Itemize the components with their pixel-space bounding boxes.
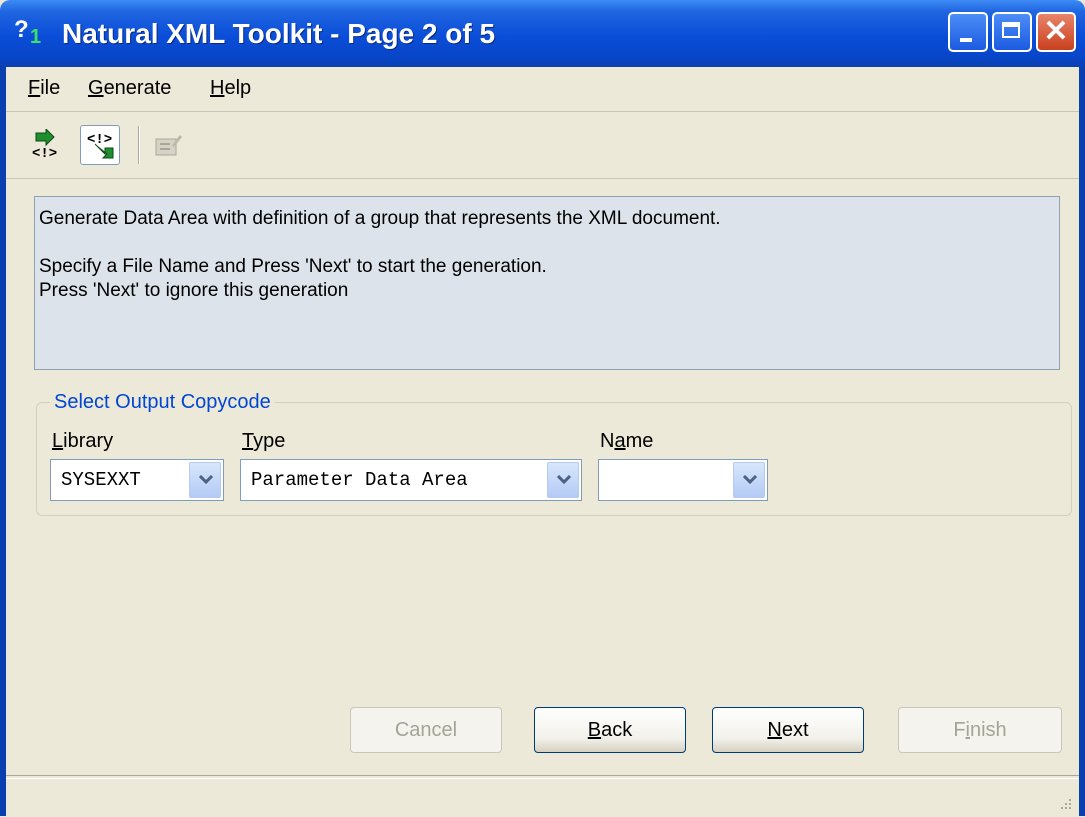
window-title: Natural XML Toolkit - Page 2 of 5 (62, 18, 496, 49)
edit-button[interactable] (148, 125, 188, 165)
library-label: Library (52, 430, 114, 452)
library-dropdown-button[interactable] (189, 462, 221, 498)
svg-text:<!>: <!> (87, 132, 112, 148)
info-line-2: Specify a File Name and Press 'Next' to … (39, 256, 547, 277)
import-xml-button[interactable]: <!> (26, 125, 66, 165)
toolbar-separator (138, 126, 140, 164)
name-dropdown-button[interactable] (733, 462, 765, 498)
back-button[interactable]: Back (534, 707, 686, 753)
edit-disabled-icon (155, 135, 182, 156)
library-combo[interactable]: SYSEXXT (50, 459, 224, 501)
status-bar (6, 775, 1079, 817)
app-icon[interactable]: ? 1 (14, 16, 48, 50)
type-value: Parameter Data Area (251, 469, 468, 491)
maximize-icon (994, 14, 1030, 50)
info-line-3: Press 'Next' to ignore this generation (39, 280, 349, 301)
chevron-down-icon (199, 475, 213, 485)
generate-data-area-button[interactable]: <!> (80, 125, 120, 165)
window-frame-right (1079, 67, 1085, 816)
group-title: Select Output Copycode (50, 391, 275, 414)
name-label: Name (600, 430, 654, 452)
close-button[interactable]: ✕ (1036, 12, 1076, 52)
title-bar[interactable]: ? 1 Natural XML Toolkit - Page 2 of 5 ✕ (0, 0, 1085, 67)
maximize-button[interactable] (992, 12, 1032, 52)
finish-button[interactable]: Finish (898, 707, 1062, 753)
next-button[interactable]: Next (712, 707, 864, 753)
toolbar: <!> <!> (6, 112, 1079, 179)
generate-data-area-icon: <!> (87, 132, 114, 159)
window-frame-left (0, 67, 6, 816)
name-combo[interactable] (598, 459, 768, 501)
chevron-down-icon (743, 475, 757, 485)
library-value: SYSEXXT (61, 469, 141, 491)
import-xml-icon: <!> (32, 129, 57, 161)
type-combo[interactable]: Parameter Data Area (240, 459, 582, 501)
info-line-1: Generate Data Area with definition of a … (39, 208, 721, 229)
menu-generate[interactable]: Generate (88, 77, 171, 100)
svg-text:<!>: <!> (32, 146, 57, 161)
minimize-button[interactable] (948, 12, 988, 52)
close-icon: ✕ (1043, 15, 1069, 48)
type-dropdown-button[interactable] (547, 462, 579, 498)
menu-bar: File Generate Help (6, 67, 1079, 112)
chevron-down-icon (557, 475, 571, 485)
cancel-button[interactable]: Cancel (350, 707, 502, 753)
info-panel: Generate Data Area with definition of a … (34, 196, 1060, 370)
resize-grip-icon[interactable] (1057, 795, 1073, 811)
menu-file[interactable]: File (28, 77, 60, 100)
menu-help[interactable]: Help (210, 77, 251, 100)
type-label: Type (242, 430, 286, 452)
minimize-icon (950, 14, 986, 50)
